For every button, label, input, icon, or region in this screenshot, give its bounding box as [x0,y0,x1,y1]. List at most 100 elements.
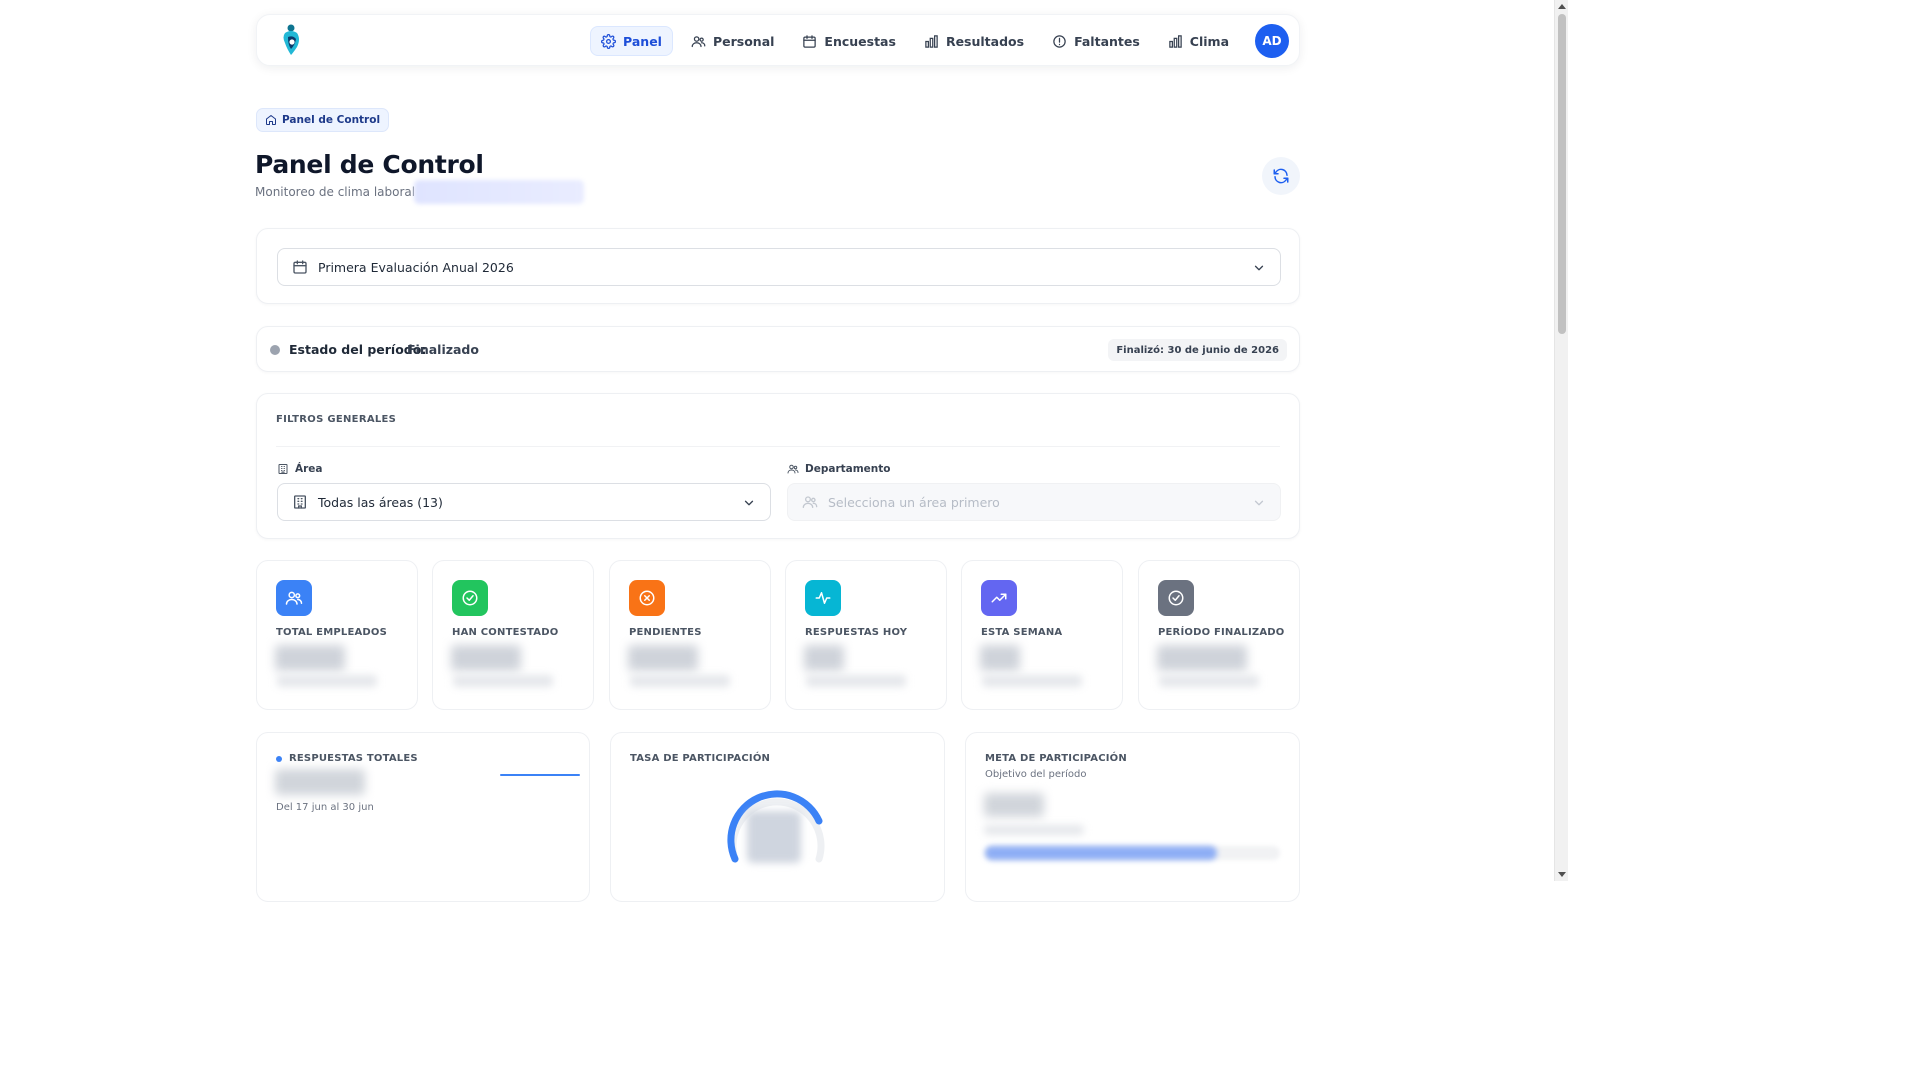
responses-range: Del 17 jun al 30 jun [276,802,374,813]
redacted-value [1157,645,1247,671]
building-icon [294,495,306,509]
chevron-down-icon [1254,500,1264,506]
redacted-value [984,793,1044,817]
nav-clima[interactable]: Clima [1158,26,1239,56]
x-circle-icon [629,580,665,616]
page-subtitle: Monitoreo de clima laboral [255,185,416,199]
goal-subtitle: Objetivo del período [985,769,1087,780]
breadcrumb-label: Panel de Control [282,114,381,126]
stat-card-total-empleados: TOTAL EMPLEADOS [256,560,418,710]
stat-card-pendientes: PENDIENTES [609,560,771,710]
stat-label: ESTA SEMANA [981,627,1063,638]
breadcrumb[interactable]: Panel de Control [256,108,390,132]
nav-faltantes[interactable]: Faltantes [1042,26,1150,56]
trending-up-icon [981,580,1017,616]
check-circle-icon [452,580,488,616]
user-avatar[interactable]: AD [1255,24,1289,58]
redacted-value [747,811,801,863]
refresh-button[interactable] [1262,157,1300,195]
redacted-caption [806,675,906,687]
status-label: Estado del período: [289,342,427,357]
department-select[interactable]: Selecciona un área primero [787,483,1281,521]
sparkline [500,774,580,776]
nav-resultados[interactable]: Resultados [914,26,1034,56]
stat-card-respuestas-hoy: RESPUESTAS HOY [785,560,947,710]
redacted-company-chip [414,180,584,204]
nav-personal[interactable]: Personal [681,26,784,56]
page-scrollbar[interactable] [1554,0,1568,881]
nav-encuestas[interactable]: Encuestas [792,26,906,56]
responses-title: RESPUESTAS TOTALES [289,753,418,764]
chevron-down-icon [744,500,754,506]
redacted-value [628,645,698,671]
redacted-value [275,645,345,671]
top-navbar: Panel Personal Encuestas Resultados Falt… [256,14,1300,66]
gear-icon [601,33,616,49]
users-icon [276,580,312,616]
users-icon [787,464,799,474]
scroll-up-arrow[interactable] [1558,4,1566,9]
period-status-card: Estado del período: Finalizado Finalizó:… [256,326,1300,372]
check-circle-icon [1158,580,1194,616]
alert-circle-icon [1053,34,1066,48]
status-badge: Finalizó: 30 de junio de 2026 [1108,339,1287,361]
calendar-icon [803,34,817,48]
users-icon [691,35,706,47]
nav-encuestas-label: Encuestas [824,33,896,49]
stat-label: PERÍODO FINALIZADO [1158,627,1285,638]
bar-chart-icon [925,34,938,48]
goal-title: META DE PARTICIPACIÓN [985,753,1127,764]
scroll-thumb[interactable] [1558,14,1566,334]
area-label-text: Área [295,463,323,475]
filters-title: FILTROS GENERALES [276,414,397,425]
redacted-value [804,645,844,671]
status-value: Finalizado [407,342,479,357]
participation-rate-card: TASA DE PARTICIPACIÓN [610,732,945,902]
stat-label: RESPUESTAS HOY [805,627,908,638]
department-label: Departamento [787,463,891,475]
home-icon [266,115,276,125]
filters-divider [276,446,1280,447]
nav-clima-label: Clima [1189,33,1229,49]
users-icon [802,496,818,508]
redacted-caption [984,825,1084,835]
calendar-icon [293,260,307,274]
nav-faltantes-label: Faltantes [1074,33,1140,49]
status-dot [270,345,280,355]
goal-progress-fill [985,846,1217,860]
nav-panel-label: Panel [623,33,662,49]
chevron-down-icon [1254,265,1264,271]
redacted-value [980,645,1020,671]
participation-title: TASA DE PARTICIPACIÓN [630,753,771,764]
area-select[interactable]: Todas las áreas (13) [277,483,771,521]
redacted-value [451,645,521,671]
area-select-value: Todas las áreas (13) [318,494,443,510]
department-select-placeholder: Selecciona un área primero [828,494,1000,510]
scroll-down-arrow[interactable] [1558,872,1566,877]
refresh-icon [1273,168,1289,184]
redacted-value [275,769,365,795]
redacted-caption [277,675,377,687]
nav-personal-label: Personal [712,33,775,49]
stat-card-esta-semana: ESTA SEMANA [961,560,1123,710]
stat-label: PENDIENTES [629,627,702,638]
nav-panel[interactable]: Panel [590,26,673,56]
stat-card-periodo-finalizado: PERÍODO FINALIZADO [1138,560,1300,710]
redacted-caption [1159,675,1259,687]
period-select[interactable]: Primera Evaluación Anual 2026 [277,248,1281,286]
redacted-caption [630,675,730,687]
stat-label: TOTAL EMPLEADOS [276,627,388,638]
app-logo[interactable] [279,23,307,57]
activity-icon [805,580,841,616]
building-icon [278,464,288,474]
stat-label: HAN CONTESTADO [452,627,559,638]
period-select-value: Primera Evaluación Anual 2026 [318,259,514,275]
nav-resultados-label: Resultados [945,33,1025,49]
page-title: Panel de Control [255,150,484,179]
stat-card-han-contestado: HAN CONTESTADO [432,560,594,710]
redacted-caption [453,675,553,687]
filters-card: FILTROS GENERALES Área Todas las áreas (… [256,393,1300,539]
department-label-text: Departamento [805,463,891,475]
participation-goal-card: META DE PARTICIPACIÓN Objetivo del perío… [965,732,1300,902]
area-label: Área [277,463,323,475]
